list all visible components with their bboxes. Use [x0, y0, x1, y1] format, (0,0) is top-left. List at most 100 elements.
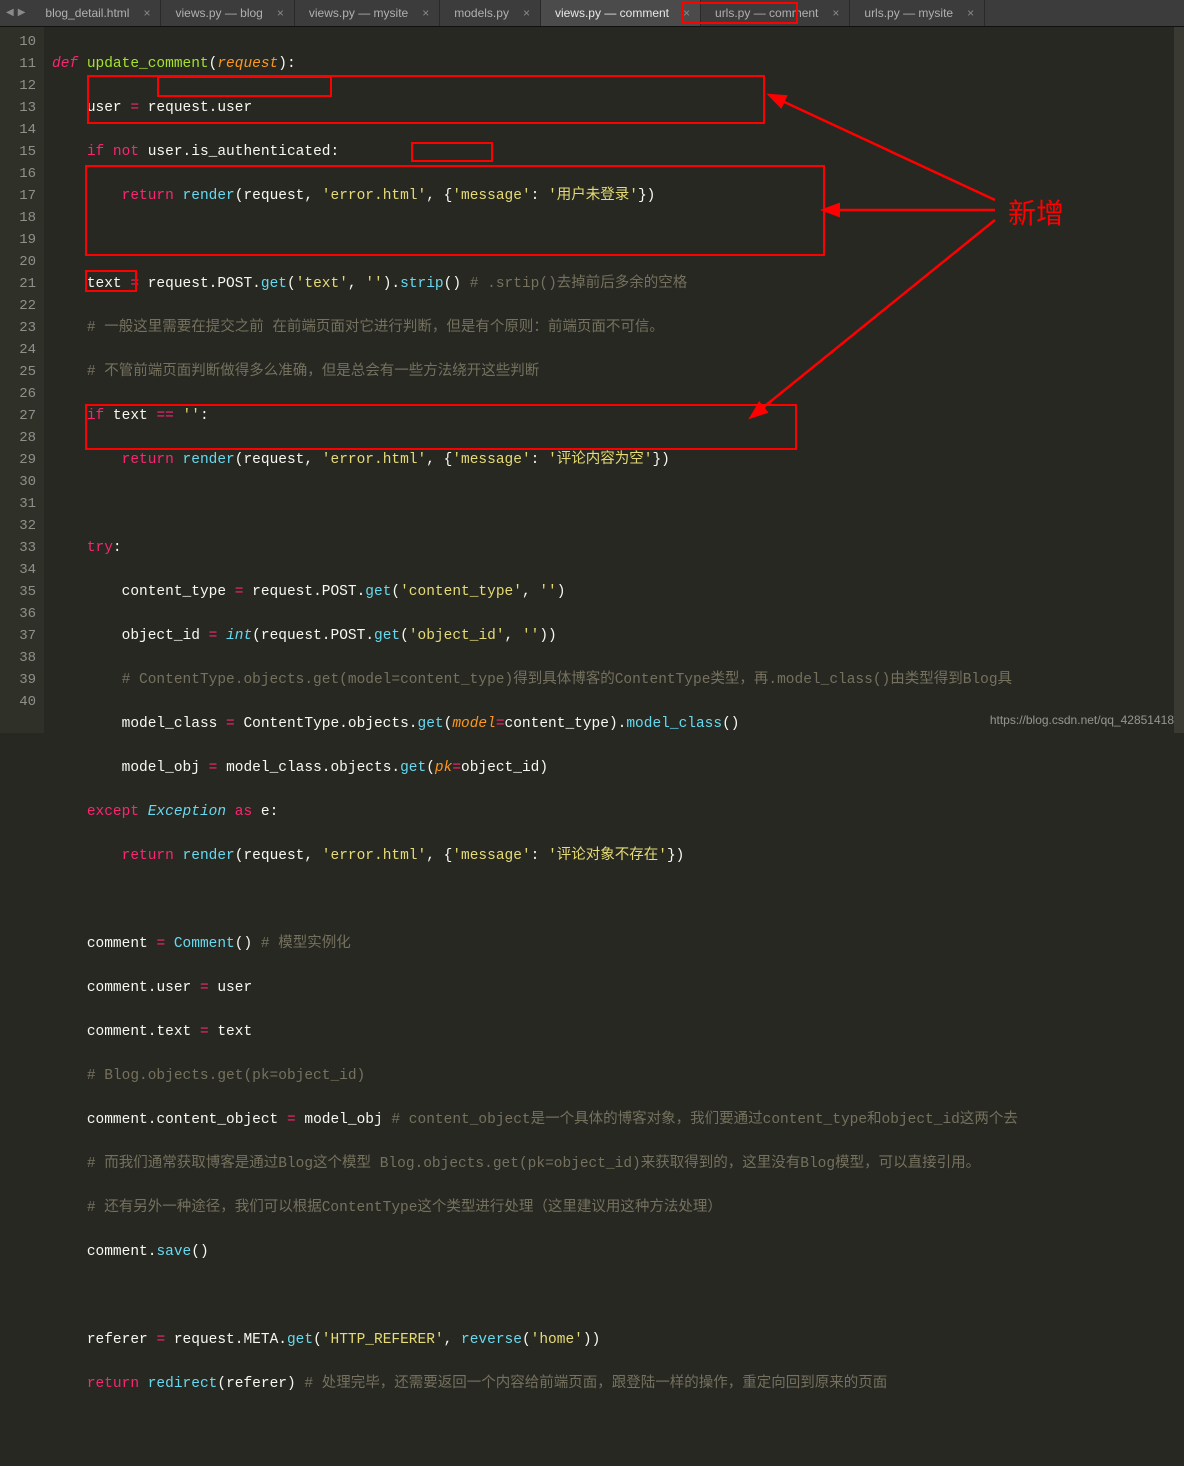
var: referer: [87, 1332, 148, 1348]
op: =: [130, 100, 139, 116]
var: ContentType: [243, 716, 339, 732]
attr: objects: [330, 760, 391, 776]
string: '': [365, 276, 382, 292]
attr: user: [217, 100, 252, 116]
var: request: [148, 276, 209, 292]
code-editor[interactable]: 1011121314151617181920212223242526272829…: [0, 27, 1184, 733]
line-number: 39: [0, 669, 36, 691]
tab-views-blog[interactable]: views.py — blog ×: [161, 0, 294, 26]
var: model_class: [122, 716, 218, 732]
minimap[interactable]: [1174, 27, 1184, 733]
op: =: [200, 980, 209, 996]
arg: request: [243, 452, 304, 468]
nav-arrows: ◀ ▶: [0, 7, 31, 19]
var: object_id: [461, 760, 539, 776]
tab-views-mysite[interactable]: views.py — mysite ×: [295, 0, 440, 26]
tab-strip: blog_detail.html × views.py — blog × views…: [31, 0, 985, 26]
string: '': [539, 584, 556, 600]
tab-label: urls.py — mysite: [864, 6, 953, 20]
call: strip: [400, 276, 444, 292]
string: 'HTTP_REFERER': [322, 1332, 444, 1348]
line-number: 31: [0, 493, 36, 515]
kwarg: model: [452, 716, 496, 732]
tab-urls-mysite[interactable]: urls.py — mysite ×: [850, 0, 985, 26]
comment: # .srtip()去掉前后多余的空格: [470, 276, 688, 292]
op: =: [130, 276, 139, 292]
line-number: 23: [0, 317, 36, 339]
line-number: 32: [0, 515, 36, 537]
op: =: [156, 1332, 165, 1348]
attr: POST: [331, 628, 366, 644]
tab-models[interactable]: models.py ×: [440, 0, 541, 26]
attr: META: [243, 1332, 278, 1348]
op: ==: [156, 408, 173, 424]
close-icon[interactable]: ×: [683, 6, 690, 20]
code-area[interactable]: def update_comment(request): user = requ…: [44, 27, 1184, 733]
string: '评论内容为空': [548, 452, 652, 468]
keyword-except: except: [87, 804, 139, 820]
keyword-if: if: [87, 144, 104, 160]
call: redirect: [148, 1376, 218, 1392]
line-number: 20: [0, 251, 36, 273]
call: get: [365, 584, 391, 600]
nav-back-icon[interactable]: ◀: [6, 7, 14, 19]
string: 'message': [452, 452, 530, 468]
keyword-return: return: [122, 452, 174, 468]
comment: # 而我们通常获取博客是通过Blog这个模型 Blog.objects.get(…: [87, 1156, 980, 1172]
line-number: 30: [0, 471, 36, 493]
call: get: [418, 716, 444, 732]
var: request: [261, 628, 322, 644]
attr: is_authenticated: [191, 144, 330, 160]
exception: Exception: [148, 804, 226, 820]
line-number: 14: [0, 119, 36, 141]
comment: # content_object是一个具体的博客对象，我们要通过content_…: [391, 1112, 1017, 1128]
call: render: [183, 188, 235, 204]
close-icon[interactable]: ×: [422, 6, 429, 20]
op: =: [226, 716, 235, 732]
keyword-if: if: [87, 408, 104, 424]
op: =: [235, 584, 244, 600]
close-icon[interactable]: ×: [523, 6, 530, 20]
var: request: [174, 1332, 235, 1348]
tab-label: views.py — mysite: [309, 6, 408, 20]
arg: request: [243, 188, 304, 204]
tab-label: views.py — comment: [555, 6, 669, 20]
line-number: 35: [0, 581, 36, 603]
string: 'message': [452, 188, 530, 204]
param: request: [217, 56, 278, 72]
tab-label: urls.py — comment: [715, 6, 818, 20]
close-icon[interactable]: ×: [832, 6, 839, 20]
attr: content_object: [156, 1112, 278, 1128]
close-icon[interactable]: ×: [277, 6, 284, 20]
line-number: 10: [0, 31, 36, 53]
op: =: [209, 628, 218, 644]
line-number: 16: [0, 163, 36, 185]
line-number: 24: [0, 339, 36, 361]
tab-label: models.py: [454, 6, 509, 20]
call: render: [183, 452, 235, 468]
line-number: 26: [0, 383, 36, 405]
var: comment: [87, 1112, 148, 1128]
tab-label: views.py — blog: [175, 6, 262, 20]
nav-forward-icon[interactable]: ▶: [18, 7, 26, 19]
call: get: [261, 276, 287, 292]
close-icon[interactable]: ×: [967, 6, 974, 20]
string: '评论对象不存在': [548, 848, 667, 864]
var: user: [217, 980, 252, 996]
line-number: 21: [0, 273, 36, 295]
tab-views-comment[interactable]: views.py — comment ×: [541, 0, 701, 26]
var: text: [87, 276, 122, 292]
var: user: [87, 100, 122, 116]
call: get: [374, 628, 400, 644]
var: comment: [87, 1024, 148, 1040]
tab-label: blog_detail.html: [45, 6, 129, 20]
arg: request: [243, 848, 304, 864]
close-icon[interactable]: ×: [143, 6, 150, 20]
tab-blog-detail[interactable]: blog_detail.html ×: [31, 0, 161, 26]
attr: POST: [322, 584, 357, 600]
line-number: 17: [0, 185, 36, 207]
line-number: 25: [0, 361, 36, 383]
tab-urls-comment[interactable]: urls.py — comment ×: [701, 0, 850, 26]
line-number: 38: [0, 647, 36, 669]
call: get: [400, 760, 426, 776]
